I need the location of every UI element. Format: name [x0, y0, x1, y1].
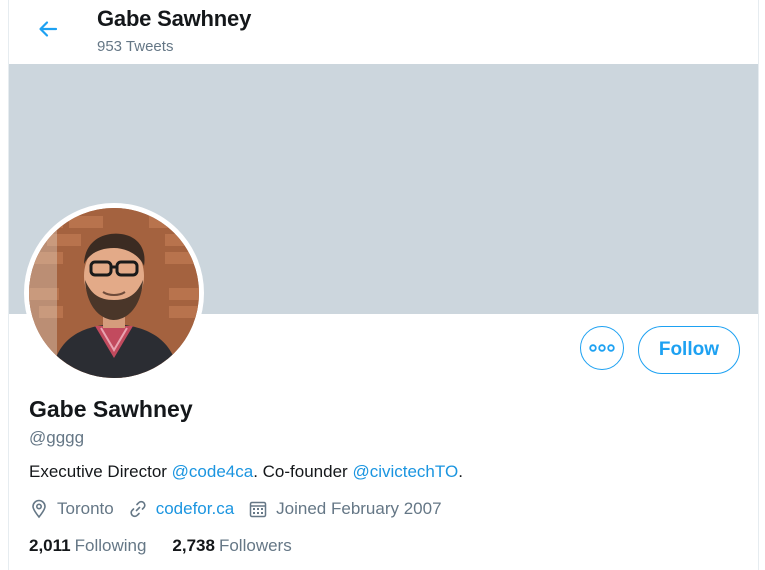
- bio-mention-code4ca[interactable]: @code4ca: [172, 462, 254, 481]
- header-title: Gabe Sawhney: [97, 6, 252, 31]
- avatar-photo: [29, 208, 199, 378]
- followers-count: 2,738: [172, 536, 215, 555]
- followers-stat[interactable]: 2,738 Followers: [172, 536, 291, 556]
- bio-text-prefix: Executive Director: [29, 462, 172, 481]
- bio-mention-civictechto[interactable]: @civictechTO: [352, 462, 458, 481]
- profile-meta: Toronto codefor.ca Joined February 2007: [29, 499, 456, 519]
- more-button[interactable]: [579, 326, 624, 370]
- avatar[interactable]: [24, 203, 204, 383]
- following-label: Following: [74, 536, 147, 555]
- profile-stats: 2,011 Following 2,738 Followers: [29, 536, 318, 556]
- arrow-left-icon: [39, 21, 58, 37]
- profile-bio: Executive Director @code4ca. Co-founder …: [29, 462, 463, 482]
- bio-text-suffix: .: [458, 462, 463, 481]
- following-count: 2,011: [29, 536, 71, 555]
- profile-handle: @gggg: [29, 428, 85, 447]
- tweet-count: 953 Tweets: [97, 38, 174, 55]
- top-bar: Gabe Sawhney 953 Tweets: [9, 0, 758, 64]
- joined-text: Joined February 2007: [276, 499, 442, 518]
- website-link[interactable]: codefor.ca: [156, 499, 234, 519]
- location-text: Toronto: [57, 499, 114, 518]
- profile-name: Gabe Sawhney: [29, 396, 193, 422]
- more-dots-icon: [589, 344, 615, 352]
- profile-actions: Follow: [579, 326, 740, 374]
- joined-item: Joined February 2007: [248, 499, 442, 519]
- website-item[interactable]: codefor.ca: [128, 499, 234, 519]
- followers-label: Followers: [218, 536, 292, 555]
- location-item: Toronto: [29, 499, 114, 519]
- location-pin-icon: [32, 499, 46, 519]
- profile-page: Gabe Sawhney 953 Tweets Follow Gabe Sawh…: [8, 0, 759, 570]
- following-stat[interactable]: 2,011 Following: [29, 536, 146, 556]
- follow-button[interactable]: Follow: [637, 326, 740, 374]
- link-icon: [130, 500, 146, 518]
- bio-text-middle: . Co-founder: [253, 462, 353, 481]
- calendar-icon: [249, 501, 267, 518]
- back-button[interactable]: [31, 12, 65, 46]
